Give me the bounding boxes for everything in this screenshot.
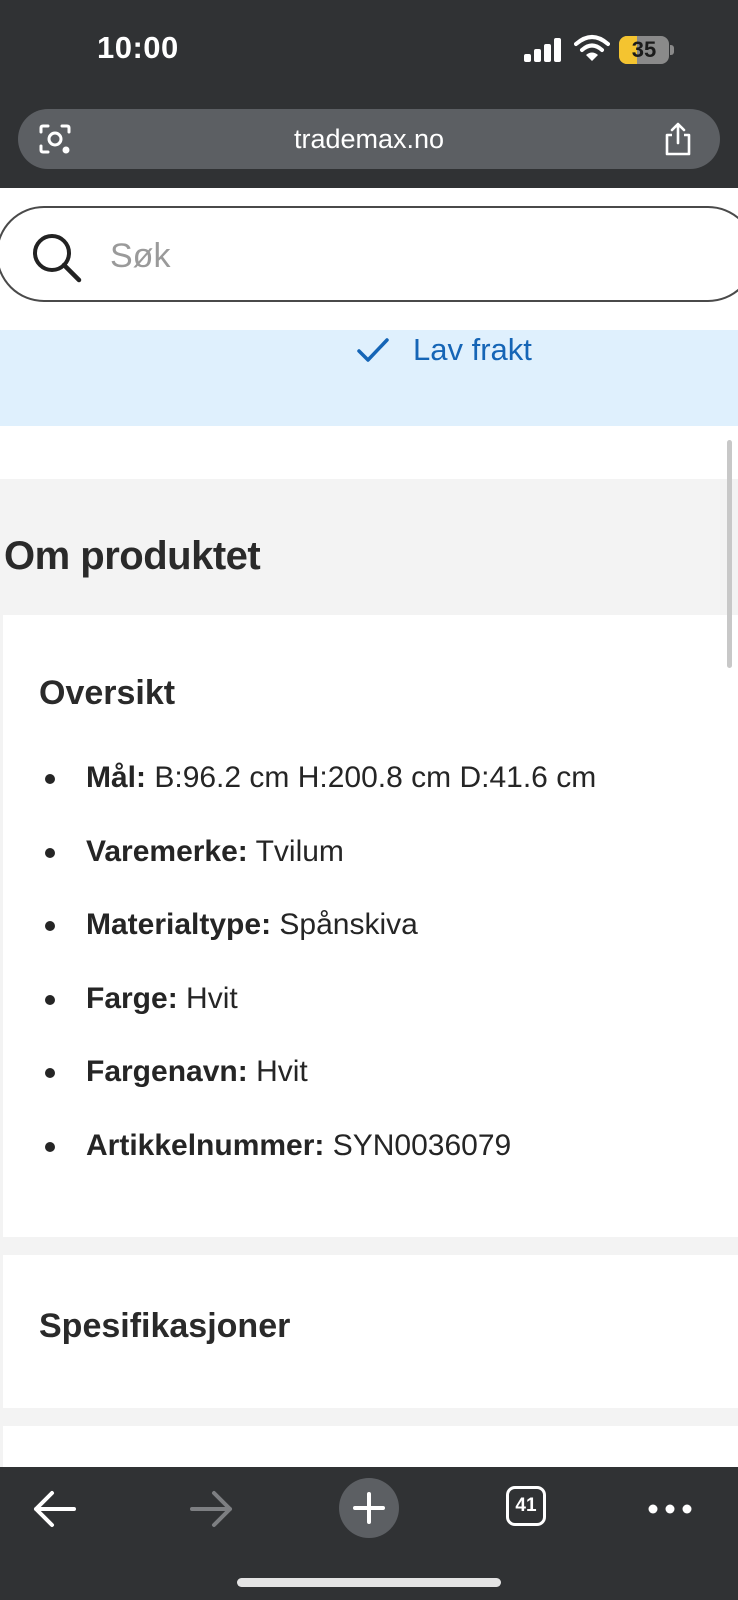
battery-icon: 35	[619, 36, 674, 64]
plus-icon	[353, 1492, 385, 1524]
spec-label: Farge:	[86, 981, 178, 1015]
signal-icon	[524, 38, 562, 62]
spec-value: Hvit	[256, 1055, 308, 1088]
spec-item: Farge: Hvit	[39, 981, 596, 1055]
tabs-icon[interactable]: 41	[506, 1486, 546, 1526]
url-text[interactable]: trademax.no	[18, 109, 720, 169]
bullet-icon	[45, 1141, 55, 1152]
spec-item: Varemerke: Tvilum	[39, 834, 596, 908]
check-icon	[357, 338, 389, 362]
bullet-icon	[45, 994, 55, 1005]
spec-label: Mål:	[86, 761, 146, 794]
spec-value: Hvit	[186, 981, 238, 1015]
spec-item: Materialtype: Spånskiva	[39, 907, 596, 981]
spec-label: Materialtype:	[86, 908, 272, 941]
spec-value: Spånskiva	[279, 908, 418, 941]
battery-level: 35	[631, 37, 657, 62]
search-icon[interactable]	[29, 230, 85, 286]
search-input[interactable]	[110, 228, 670, 284]
banner-text: Lav frakt	[413, 332, 532, 367]
specifications-card[interactable]: Spesifikasjoner	[3, 1255, 738, 1408]
spec-label: Fargenavn:	[86, 1055, 248, 1088]
home-indicator[interactable]	[237, 1578, 501, 1587]
wifi-icon	[574, 35, 610, 61]
status-time: 10:00	[97, 30, 179, 65]
spec-item: Artikkelnummer: SYN0036079	[39, 1128, 596, 1202]
bullet-icon	[45, 1068, 55, 1078]
section-heading: Om produktet	[4, 534, 261, 578]
specifications-title[interactable]: Spesifikasjoner	[39, 1307, 290, 1346]
spec-value: Tvilum	[255, 834, 344, 868]
spec-label: Artikkelnummer:	[86, 1128, 325, 1162]
overview-card: Oversikt Mål: B:96.2 cm H:200.8 cm D:41.…	[3, 615, 738, 1237]
next-card	[3, 1426, 738, 1467]
search-box[interactable]	[0, 206, 738, 302]
spec-item: Mål: B:96.2 cm H:200.8 cm D:41.6 cm	[39, 760, 596, 834]
spec-label: Varemerke:	[86, 834, 248, 868]
spec-value: B:96.2 cm H:200.8 cm D:41.6 cm	[154, 761, 597, 794]
browser-top-bar: 10:00 35 trademax.no	[0, 0, 738, 188]
bullet-icon	[45, 921, 55, 931]
bullet-icon	[45, 774, 55, 784]
spec-value: SYN0036079	[332, 1128, 512, 1162]
scrollbar[interactable]	[727, 440, 732, 668]
spec-item: Fargenavn: Hvit	[39, 1054, 596, 1128]
back-arrow-icon[interactable]	[18, 1477, 90, 1541]
forward-arrow-icon[interactable]	[176, 1477, 248, 1541]
share-icon[interactable]	[663, 121, 693, 157]
more-icon[interactable]	[634, 1477, 706, 1541]
shipping-banner: Lav frakt	[0, 330, 738, 426]
bullet-icon	[45, 847, 55, 858]
new-tab-button[interactable]	[339, 1478, 399, 1538]
address-bar[interactable]: trademax.no	[18, 109, 720, 169]
spec-list: Mål: B:96.2 cm H:200.8 cm D:41.6 cm Varem…	[39, 760, 596, 1201]
overview-title: Oversikt	[39, 674, 176, 712]
